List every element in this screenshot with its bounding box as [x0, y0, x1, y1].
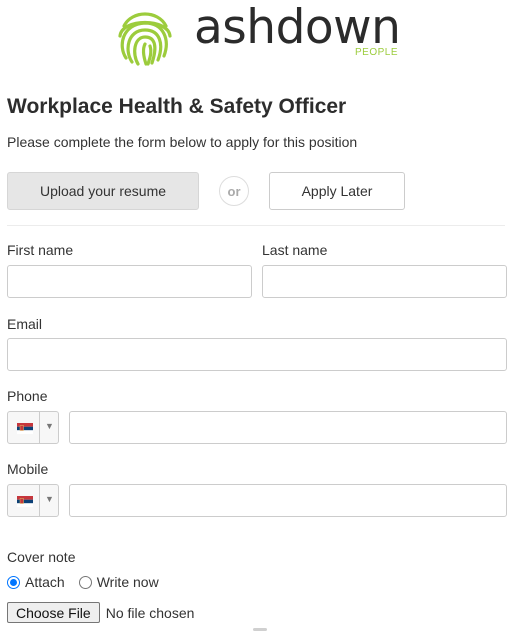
last-name-label: Last name: [262, 242, 328, 258]
write-now-label: Write now: [96, 574, 159, 590]
write-now-radio[interactable]: [78, 575, 92, 589]
apply-later-button[interactable]: Apply Later: [269, 172, 405, 210]
attach-radio[interactable]: [7, 575, 20, 589]
attach-label: Attach: [25, 574, 65, 590]
write-now-option[interactable]: Write now: [78, 574, 159, 590]
select-divider: [39, 485, 40, 516]
file-picker: Choose File No file chosen: [7, 602, 194, 623]
choose-file-button[interactable]: Choose File: [7, 602, 100, 623]
or-separator: or: [219, 176, 249, 206]
first-name-field[interactable]: [7, 265, 252, 298]
page-title: Workplace Health & Safety Officer: [7, 95, 347, 118]
first-name-label: First name: [7, 242, 74, 258]
phone-label: Phone: [7, 388, 48, 404]
serbia-flag-icon: [17, 423, 33, 434]
cover-note-label: Cover note: [7, 549, 76, 565]
intro-text: Please complete the form below to apply …: [7, 134, 358, 150]
mobile-label: Mobile: [7, 461, 49, 477]
scroll-indicator: [253, 628, 267, 631]
brand-logo: ashdown PEOPLE: [114, 0, 414, 68]
serbia-flag-icon: [17, 496, 33, 507]
caret-down-icon: ▼: [45, 421, 54, 431]
email-label: Email: [7, 316, 43, 332]
select-divider: [39, 412, 40, 443]
email-field[interactable]: [7, 338, 507, 371]
caret-down-icon: ▼: [45, 494, 54, 504]
upload-resume-button[interactable]: Upload your resume: [7, 172, 199, 210]
attach-option[interactable]: Attach: [7, 574, 65, 590]
phone-country-select[interactable]: ▼: [7, 411, 59, 444]
phone-field[interactable]: [69, 411, 507, 444]
last-name-field[interactable]: [262, 265, 507, 298]
mobile-field[interactable]: [69, 484, 507, 517]
cover-note-options: Attach Write now: [7, 574, 173, 590]
mobile-country-select[interactable]: ▼: [7, 484, 59, 517]
divider: [7, 225, 505, 226]
brand-sub: PEOPLE: [355, 47, 399, 58]
file-status: No file chosen: [105, 604, 195, 621]
fingerprint-icon: [118, 12, 172, 66]
